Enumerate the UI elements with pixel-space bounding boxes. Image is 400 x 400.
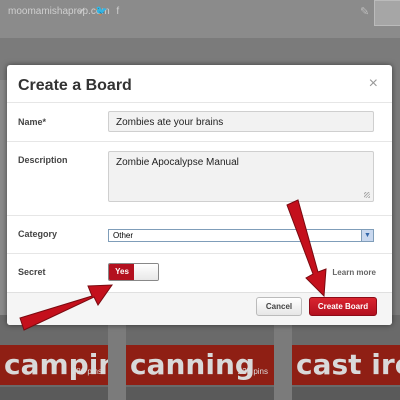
divider <box>7 141 392 142</box>
pinterest-icon[interactable]: ✓ <box>78 6 89 17</box>
create-board-button[interactable]: Create Board <box>309 297 377 316</box>
edit-icon[interactable]: ✎ <box>360 5 369 18</box>
board-card[interactable]: canning 223 pins <box>126 315 274 400</box>
name-label: Name* <box>18 117 47 127</box>
chevron-down-icon[interactable]: ▼ <box>361 230 373 241</box>
board-pin-count: 223 pins <box>237 367 268 376</box>
category-select[interactable]: Other ▼ <box>108 229 374 242</box>
board-card[interactable]: camping 286 pins <box>0 315 108 400</box>
close-icon[interactable]: × <box>369 76 378 92</box>
board-name: camping <box>4 348 108 381</box>
create-board-dialog: Create a Board × Name* Zombies ate your … <box>7 65 392 325</box>
secret-label: Secret <box>18 267 46 277</box>
name-input[interactable]: Zombies ate your brains <box>108 111 374 132</box>
cancel-button[interactable]: Cancel <box>256 297 302 316</box>
avatar[interactable] <box>374 0 400 26</box>
resize-handle-icon[interactable] <box>364 192 370 198</box>
divider <box>7 102 392 103</box>
board-name: cast iro <box>296 348 400 381</box>
toggle-knob[interactable] <box>134 264 158 280</box>
secret-toggle[interactable]: Yes <box>108 263 159 281</box>
twitter-icon[interactable]: 🐦 <box>95 6 110 17</box>
toggle-on-label: Yes <box>109 264 135 280</box>
board-card[interactable]: cast iro <box>292 315 400 400</box>
facebook-icon[interactable]: f <box>116 6 122 17</box>
dialog-title: Create a Board <box>18 77 132 94</box>
description-text: Zombie Apocalypse Manual <box>116 157 239 168</box>
board-name: canning <box>130 348 255 381</box>
social-icons: ✓ 🐦 f <box>78 6 122 17</box>
background-header: moomamishaprep.com ✓ 🐦 f ✎ <box>0 0 400 38</box>
description-label: Description <box>18 155 68 165</box>
category-label: Category <box>18 229 58 239</box>
board-pin-count: 286 pins <box>71 367 102 376</box>
description-textarea[interactable]: Zombie Apocalypse Manual <box>108 151 374 202</box>
divider <box>7 253 392 254</box>
divider <box>7 215 392 216</box>
category-selected-value: Other <box>113 231 134 240</box>
learn-more-link[interactable]: Learn more <box>332 268 376 277</box>
